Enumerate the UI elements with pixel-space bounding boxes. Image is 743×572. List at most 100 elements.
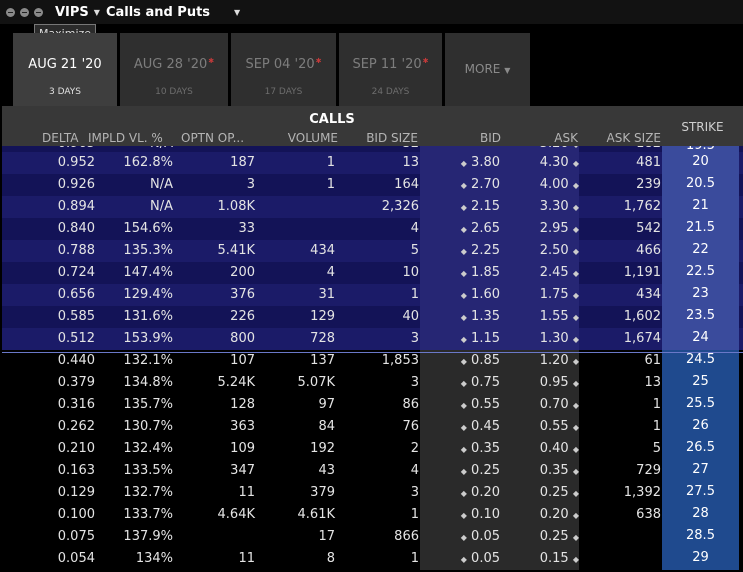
table-row[interactable]: 0.656 129.4% 376 31 1 ◆ 1.60 1.75 ◆ 434 23 — [2, 284, 743, 306]
cell-ask[interactable]: 0.15 ◆ — [540, 551, 579, 566]
table-row[interactable]: 0.129 132.7% 11 379 3 ◆ 0.20 0.25 ◆ 1,392 27.5 — [2, 482, 743, 504]
table-row[interactable]: 0.210 132.4% 109 192 2 ◆ 0.35 0.40 ◆ 5 26.5 — [2, 438, 743, 460]
cell-ask[interactable]: 0.40 ◆ — [540, 441, 579, 456]
table-row[interactable]: 0.512 153.9% 800 728 3 ◆ 1.15 1.30 ◆ 1,674 24 — [2, 328, 743, 350]
cell-ask[interactable]: 4.30 ◆ — [540, 155, 579, 170]
cell-ask[interactable]: 4.00 ◆ — [540, 177, 579, 192]
cell-ask[interactable]: 1.75 ◆ — [540, 287, 579, 302]
cell-bid[interactable]: ◆ 0.35 — [461, 441, 500, 456]
col-optn-op[interactable]: OPTN OP... — [181, 131, 244, 145]
cell-strike[interactable]: 20 — [662, 152, 739, 174]
cell-bid[interactable]: ◆ 2.25 — [461, 243, 500, 258]
cell-bid[interactable]: ◆ 0.85 — [461, 353, 500, 368]
table-row[interactable]: 0.054 134% 11 8 1 ◆ 0.05 0.15 ◆ 29 — [2, 548, 743, 570]
cell-strike[interactable]: 26 — [662, 416, 739, 438]
cell-strike[interactable]: 20.5 — [662, 174, 739, 196]
col-bid[interactable]: BID — [480, 131, 501, 145]
col-ask-size[interactable]: ASK SIZE — [607, 131, 661, 145]
cell-ask[interactable]: 2.95 ◆ — [540, 221, 579, 236]
cell-strike[interactable]: 22.5 — [662, 262, 739, 284]
cell-ask[interactable]: 3.30 ◆ — [540, 199, 579, 214]
cell-bid[interactable]: ◆ 0.75 — [461, 375, 500, 390]
window-title: Calls and Puts — [105, 4, 211, 20]
cell-strike[interactable]: 24.5 — [662, 350, 739, 372]
col-strike[interactable]: STRIKE — [662, 106, 743, 146]
cell-bid[interactable]: ◆ 1.60 — [461, 287, 500, 302]
cell-bid[interactable]: ◆ 1.35 — [461, 309, 500, 324]
table-row[interactable]: 0.379 134.8% 5.24K 5.07K 3 ◆ 0.75 0.95 ◆ 13 25 — [2, 372, 743, 394]
table-row[interactable]: 0.724 147.4% 200 4 10 ◆ 1.85 2.45 ◆ 1,191 22.5 — [2, 262, 743, 284]
table-row[interactable]: 0.952 162.8% 187 1 13 ◆ 3.80 4.30 ◆ 481 20 — [2, 152, 743, 174]
cell-ask[interactable]: 0.35 ◆ — [540, 463, 579, 478]
ticker-dropdown-icon[interactable]: ▼ — [94, 8, 100, 17]
cell-ask[interactable]: 1.30 ◆ — [540, 331, 579, 346]
cell-ask[interactable]: 0.25 ◆ — [540, 529, 579, 544]
cell-ask[interactable]: 5.20 ◆ — [540, 146, 579, 151]
cell-ask[interactable]: 0.70 ◆ — [540, 397, 579, 412]
table-row[interactable]: 0.316 135.7% 128 97 86 ◆ 0.55 0.70 ◆ 1 25.5 — [2, 394, 743, 416]
table-row[interactable]: 0.926 N/A 3 1 164 ◆ 2.70 4.00 ◆ 239 20.5 — [2, 174, 743, 196]
table-row[interactable]: 0.840 154.6% 33 4 ◆ 2.65 2.95 ◆ 542 21.5 — [2, 218, 743, 240]
cell-strike[interactable]: 23.5 — [662, 306, 739, 328]
cell-bid[interactable]: ◆ 0.25 — [461, 463, 500, 478]
cell-strike[interactable]: 25 — [662, 372, 739, 394]
cell-bid[interactable]: ◆ 3.80 — [461, 155, 500, 170]
cell-ask[interactable]: 1.20 ◆ — [540, 353, 579, 368]
cell-bid[interactable]: ◆ 1.85 — [461, 265, 500, 280]
cell-strike[interactable]: 25.5 — [662, 394, 739, 416]
cell-strike[interactable]: 24 — [662, 328, 739, 350]
ask-value: 4.00 — [539, 177, 569, 192]
table-row[interactable]: 0.585 131.6% 226 129 40 ◆ 1.35 1.55 ◆ 1,602 23.5 — [2, 306, 743, 328]
col-volume[interactable]: VOLUME — [288, 131, 338, 145]
tab-sep-11[interactable]: SEP 11 '20✱ 24 DAYS — [339, 33, 442, 106]
maximize-window-icon[interactable] — [34, 7, 43, 17]
cell-ask[interactable]: 2.50 ◆ — [540, 243, 579, 258]
minimize-window-icon[interactable] — [20, 7, 29, 17]
col-ask[interactable]: ASK — [554, 131, 578, 145]
cell-bid[interactable]: ◆ 0.05 — [461, 529, 500, 544]
table-row[interactable]: 0.262 130.7% 363 84 76 ◆ 0.45 0.55 ◆ 1 26 — [2, 416, 743, 438]
table-row[interactable]: 0.100 133.7% 4.64K 4.61K 1 ◆ 0.10 0.20 ◆ 638 28 — [2, 504, 743, 526]
cell-strike[interactable]: 21 — [662, 196, 739, 218]
cell-strike[interactable]: 21.5 — [662, 218, 739, 240]
table-row[interactable]: 0.163 133.5% 347 43 4 ◆ 0.25 0.35 ◆ 729 27 — [2, 460, 743, 482]
cell-ask[interactable]: 0.20 ◆ — [540, 507, 579, 522]
table-row[interactable]: 0.075 137.9% 17 866 ◆ 0.05 0.25 ◆ 28.5 — [2, 526, 743, 548]
tab-aug-28[interactable]: AUG 28 '20✱ 10 DAYS — [120, 33, 228, 106]
cell-strike[interactable]: 23 — [662, 284, 739, 306]
cell-strike[interactable]: 28 — [662, 504, 739, 526]
cell-bid[interactable]: ◆ 2.65 — [461, 221, 500, 236]
cell-bid[interactable]: ◆ 0.10 — [461, 507, 500, 522]
table-row[interactable]: 0.440 132.1% 107 137 1,853 ◆ 0.85 1.20 ◆ 61 24.5 — [2, 350, 743, 372]
cell-volume: 1 — [326, 155, 335, 170]
cell-bid[interactable]: ◆ 2.15 — [461, 199, 500, 214]
tab-aug-21[interactable]: AUG 21 '20 3 DAYS — [13, 33, 117, 106]
cell-ask[interactable]: 0.95 ◆ — [540, 375, 579, 390]
cell-bid[interactable]: ◆ 0.45 — [461, 419, 500, 434]
table-row[interactable]: 0.894 N/A 1.08K 2,326 ◆ 2.15 3.30 ◆ 1,762 21 — [2, 196, 743, 218]
cell-strike[interactable]: 27 — [662, 460, 739, 482]
cell-bid[interactable]: ◆ 1.15 — [461, 331, 500, 346]
ticker-symbol[interactable]: VIPS — [55, 5, 89, 20]
cell-bid[interactable]: ◆ 0.05 — [461, 551, 500, 566]
table-row[interactable]: 0.788 135.3% 5.41K 434 5 ◆ 2.25 2.50 ◆ 466 22 — [2, 240, 743, 262]
cell-strike[interactable]: 29 — [662, 548, 739, 570]
cell-bid[interactable]: ◆ 0.55 — [461, 397, 500, 412]
window-menu-dropdown-icon[interactable]: ▼ — [234, 8, 240, 17]
cell-strike[interactable]: 27.5 — [662, 482, 739, 504]
cell-bid[interactable]: ◆ 0.20 — [461, 485, 500, 500]
cell-bid[interactable]: ◆ 2.70 — [461, 177, 500, 192]
cell-ask[interactable]: 2.45 ◆ — [540, 265, 579, 280]
cell-strike[interactable]: 26.5 — [662, 438, 739, 460]
cell-ask[interactable]: 0.55 ◆ — [540, 419, 579, 434]
cell-strike[interactable]: 22 — [662, 240, 739, 262]
tab-sep-04[interactable]: SEP 04 '20✱ 17 DAYS — [231, 33, 336, 106]
more-expirations-button[interactable]: MORE ▼ — [445, 33, 530, 106]
cell-strike[interactable]: 28.5 — [662, 526, 739, 548]
cell-ask[interactable]: 0.25 ◆ — [540, 485, 579, 500]
cell-ask[interactable]: 1.55 ◆ — [540, 309, 579, 324]
close-window-icon[interactable] — [6, 7, 15, 17]
col-bid-size[interactable]: BID SIZE — [366, 131, 418, 145]
col-delta[interactable]: DELTA — [42, 131, 78, 145]
col-impld-vl[interactable]: IMPLD VL. % — [88, 131, 163, 145]
